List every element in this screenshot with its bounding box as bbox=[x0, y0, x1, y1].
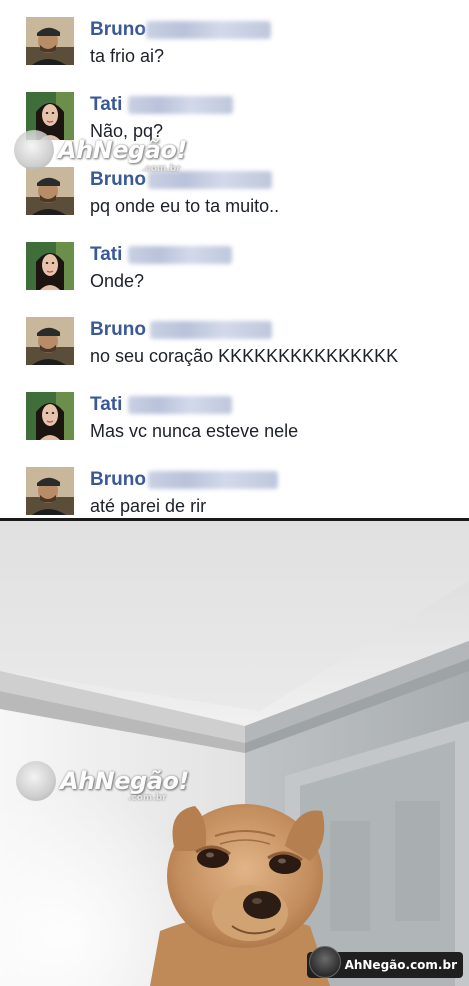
blurred-surname bbox=[128, 96, 233, 114]
blurred-surname bbox=[128, 396, 232, 414]
watermark-domain: .com.br bbox=[128, 793, 167, 803]
sender-name[interactable]: Bruno bbox=[90, 319, 146, 341]
message-text: pq onde eu to ta muito.. bbox=[90, 196, 280, 216]
message-text: ta frio ai? bbox=[90, 46, 165, 66]
watermark-text: AhNegão! bbox=[60, 767, 189, 795]
chat-message: Tati Mas vc nunca esteve nele bbox=[26, 392, 456, 454]
ahnegao-logo-icon bbox=[14, 130, 54, 170]
ahnegao-logo-icon bbox=[16, 761, 56, 801]
chat-message: Bruno ta frio ai? bbox=[26, 17, 456, 79]
bruno-avatar[interactable] bbox=[26, 17, 74, 65]
chat-conversation: Bruno ta frio ai? Tati Não, pq? Bruno pq… bbox=[0, 0, 469, 518]
message-text: até parei de rir bbox=[90, 496, 207, 516]
sender-name[interactable]: Bruno bbox=[90, 469, 146, 491]
blurred-surname bbox=[148, 471, 278, 489]
sender-name[interactable]: Tati bbox=[90, 394, 122, 416]
chat-message: Tati Onde? bbox=[26, 242, 456, 304]
chihuahua-dog-photo: AhNegão! .com.br AhNegão.com.br bbox=[0, 521, 469, 986]
bruno-avatar[interactable] bbox=[26, 467, 74, 515]
ahnegao-badge[interactable]: AhNegão.com.br bbox=[306, 946, 463, 978]
sender-name[interactable]: Tati bbox=[90, 94, 122, 116]
bruno-avatar[interactable] bbox=[26, 317, 74, 365]
blurred-surname bbox=[128, 246, 232, 264]
message-text: no seu coração KKKKKKKKKKKKKKK bbox=[90, 346, 399, 366]
blurred-surname bbox=[146, 21, 271, 39]
tati-avatar[interactable] bbox=[26, 392, 74, 440]
blurred-surname bbox=[150, 321, 272, 339]
watermark-text: AhNegão! bbox=[58, 136, 187, 164]
chat-message: Bruno no seu coração KKKKKKKKKKKKKKK bbox=[26, 317, 456, 379]
watermark-domain: .com.br bbox=[142, 164, 181, 174]
chat-message: Bruno pq onde eu to ta muito.. bbox=[26, 167, 456, 229]
tati-avatar[interactable] bbox=[26, 242, 74, 290]
sender-name[interactable]: Tati bbox=[90, 244, 122, 266]
message-text: Onde? bbox=[90, 271, 145, 291]
message-text: Mas vc nunca esteve nele bbox=[90, 421, 299, 441]
ahnegao-mascot-icon bbox=[308, 946, 341, 978]
sender-name[interactable]: Bruno bbox=[90, 169, 146, 191]
sender-name[interactable]: Bruno bbox=[90, 19, 146, 41]
badge-text: AhNegão.com.br bbox=[344, 958, 457, 972]
bruno-avatar[interactable] bbox=[26, 167, 74, 215]
